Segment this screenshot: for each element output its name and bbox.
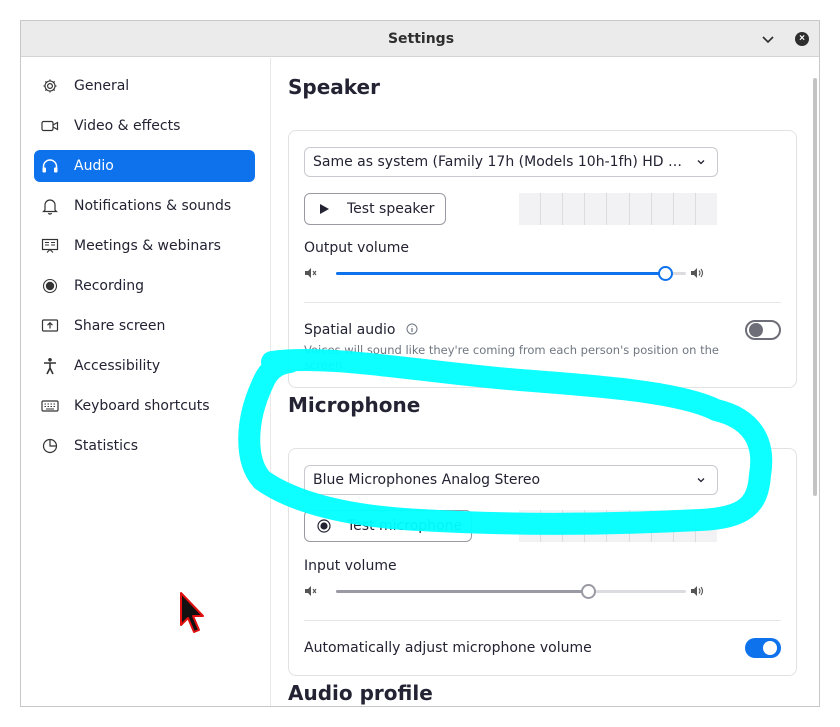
auto-adjust-toggle[interactable] <box>745 638 781 658</box>
audio-profile-heading: Audio profile <box>288 681 433 705</box>
input-volume-label: Input volume <box>304 558 397 574</box>
volume-high-icon <box>691 586 704 596</box>
sidebar-item-label: Accessibility <box>74 358 161 374</box>
sidebar-item-label: Keyboard shortcuts <box>74 398 210 414</box>
microphone-device-value: Blue Microphones Analog Stereo <box>313 472 541 488</box>
sidebar-item-label: Meetings & webinars <box>74 238 221 254</box>
spatial-audio-toggle[interactable] <box>745 320 781 340</box>
input-volume-fill <box>336 590 588 593</box>
speaker-card: Same as system (Family 17h (Models 10h-1… <box>288 130 797 388</box>
microphone-level-meter <box>519 510 717 542</box>
spatial-audio-label: Spatial audio <box>304 322 396 338</box>
sidebar-item-label: General <box>74 78 130 94</box>
close-icon[interactable]: × <box>795 32 809 46</box>
speaker-heading: Speaker <box>288 75 380 99</box>
record-icon <box>41 277 59 295</box>
test-speaker-label: Test speaker <box>347 201 435 217</box>
test-speaker-button[interactable]: Test speaker <box>304 193 446 225</box>
sidebar-item-general[interactable]: General <box>34 70 255 102</box>
speaker-device-value: Same as system (Family 17h (Models 10h-1… <box>313 154 685 170</box>
auto-adjust-label: Automatically adjust microphone volume <box>304 640 592 656</box>
chevron-down-icon <box>697 478 705 483</box>
microphone-device-select[interactable]: Blue Microphones Analog Stereo <box>304 465 718 495</box>
output-volume-label: Output volume <box>304 240 409 256</box>
headphones-icon <box>41 157 59 175</box>
settings-window: Settings × General Video & effects Audio No… <box>20 20 820 707</box>
settings-content: Speaker Same as system (Family 17h (Mode… <box>272 58 819 706</box>
sidebar-item-label: Audio <box>74 158 114 174</box>
sidebar-item-meetings-webinars[interactable]: Meetings & webinars <box>34 230 255 262</box>
sidebar-item-video-effects[interactable]: Video & effects <box>34 110 255 142</box>
chevron-down-icon <box>697 160 705 165</box>
input-volume-knob[interactable] <box>581 584 596 599</box>
divider <box>304 620 781 621</box>
info-icon[interactable] <box>406 323 418 335</box>
bell-icon <box>41 197 59 215</box>
volume-high-icon <box>691 268 704 278</box>
accessibility-icon <box>41 357 59 375</box>
sidebar-item-accessibility[interactable]: Accessibility <box>34 350 255 382</box>
spatial-audio-description: Voices will sound like they're coming fr… <box>304 343 719 372</box>
gear-icon <box>41 77 59 95</box>
microphone-card: Blue Microphones Analog Stereo Test micr… <box>288 448 797 676</box>
video-camera-icon <box>41 117 59 135</box>
divider <box>304 302 781 303</box>
output-volume-knob[interactable] <box>658 266 673 281</box>
scrollbar[interactable] <box>813 78 817 496</box>
volume-mute-icon <box>305 268 317 278</box>
sidebar-item-label: Recording <box>74 278 145 294</box>
sidebar-item-recording[interactable]: Recording <box>34 270 255 302</box>
output-volume-slider[interactable] <box>304 263 704 283</box>
pie-chart-icon <box>41 437 59 455</box>
test-microphone-button[interactable]: Test microphone <box>304 510 472 542</box>
window-title: Settings <box>387 30 455 47</box>
sidebar-item-audio[interactable]: Audio <box>34 150 255 182</box>
sidebar-item-label: Share screen <box>74 318 166 334</box>
sidebar: General Video & effects Audio Notifications… <box>21 58 271 706</box>
play-icon <box>317 202 331 216</box>
sidebar-item-label: Notifications & sounds <box>74 198 232 214</box>
input-volume-slider[interactable] <box>304 581 704 601</box>
sidebar-item-notifications-sounds[interactable]: Notifications & sounds <box>34 190 255 222</box>
volume-mute-icon <box>305 586 317 596</box>
title-bar: Settings × <box>21 21 819 57</box>
sidebar-item-label: Statistics <box>74 438 138 454</box>
sidebar-item-share-screen[interactable]: Share screen <box>34 310 255 342</box>
input-volume-track <box>336 584 686 599</box>
presentation-icon <box>41 237 59 255</box>
speaker-device-select[interactable]: Same as system (Family 17h (Models 10h-1… <box>304 147 718 177</box>
sidebar-item-statistics[interactable]: Statistics <box>34 430 255 462</box>
spatial-audio-row: Spatial audio <box>304 322 418 338</box>
sidebar-item-label: Video & effects <box>74 118 181 134</box>
share-screen-icon <box>41 317 59 335</box>
test-microphone-label: Test microphone <box>347 518 463 534</box>
output-volume-track <box>336 266 686 281</box>
mouse-cursor-icon <box>180 592 204 633</box>
microphone-heading: Microphone <box>288 393 421 417</box>
chevron-down-icon[interactable] <box>759 30 777 48</box>
keyboard-icon <box>41 397 59 415</box>
sidebar-item-keyboard-shortcuts[interactable]: Keyboard shortcuts <box>34 390 255 422</box>
record-icon <box>317 519 331 533</box>
speaker-level-meter <box>519 193 717 225</box>
output-volume-fill <box>336 272 665 275</box>
